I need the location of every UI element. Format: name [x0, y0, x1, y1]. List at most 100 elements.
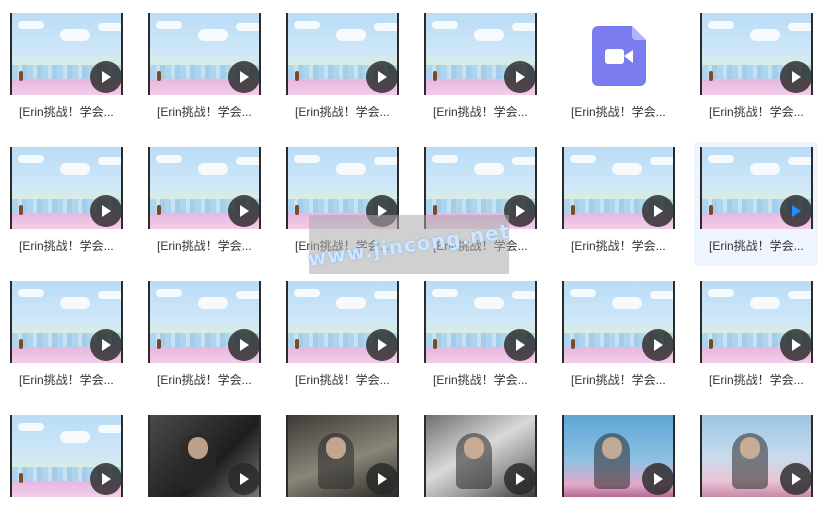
play-icon[interactable]	[90, 329, 121, 361]
file-item[interactable]	[414, 402, 538, 526]
play-icon[interactable]	[90, 463, 121, 495]
file-name: [Erin挑战！学会...	[295, 373, 390, 387]
runner-figure	[157, 71, 161, 81]
play-icon[interactable]	[90, 195, 121, 227]
runner-figure	[19, 473, 23, 483]
video-thumbnail	[286, 13, 399, 95]
file-item[interactable]: [Erin挑战！学会...	[552, 268, 676, 392]
video-thumbnail	[148, 281, 261, 363]
file-name: [Erin挑战！学会...	[295, 105, 390, 119]
file-name: [Erin挑战！学会...	[571, 105, 666, 119]
file-name: [Erin挑战！学会...	[19, 239, 114, 253]
watermark: www.jincong.net	[306, 215, 512, 274]
runner-figure	[19, 339, 23, 349]
play-icon[interactable]	[780, 463, 811, 495]
video-thumbnail	[10, 281, 123, 363]
video-thumbnail	[562, 147, 675, 229]
video-thumbnail	[700, 147, 813, 229]
file-item[interactable]: [Erin挑战！学会...	[138, 0, 262, 124]
file-item[interactable]	[138, 402, 262, 526]
file-item[interactable]	[0, 402, 124, 526]
play-icon[interactable]	[366, 463, 397, 495]
play-icon[interactable]	[780, 195, 811, 227]
file-name: [Erin挑战！学会...	[709, 239, 804, 253]
runner-figure	[433, 71, 437, 81]
file-item[interactable]: [Erin挑战！学会...	[690, 268, 814, 392]
file-name: [Erin挑战！学会...	[157, 239, 252, 253]
play-icon[interactable]	[504, 329, 535, 361]
file-name: [Erin挑战！学会...	[571, 239, 666, 253]
play-icon[interactable]	[504, 61, 535, 93]
play-icon[interactable]	[642, 195, 673, 227]
video-file-icon	[592, 26, 646, 86]
runner-figure	[157, 339, 161, 349]
file-item[interactable]: [Erin挑战！学会...	[552, 0, 676, 124]
file-item[interactable]: [Erin挑战！学会...	[694, 142, 818, 266]
video-thumbnail	[286, 281, 399, 363]
video-thumbnail	[424, 281, 537, 363]
file-name: [Erin挑战！学会...	[709, 373, 804, 387]
play-icon[interactable]	[228, 195, 259, 227]
video-thumbnail	[562, 415, 675, 497]
file-item[interactable]: [Erin挑战！学会...	[414, 268, 538, 392]
file-name: [Erin挑战！学会...	[19, 373, 114, 387]
runner-figure	[433, 205, 437, 215]
file-name: [Erin挑战！学会...	[571, 373, 666, 387]
file-item[interactable]	[276, 402, 400, 526]
file-name: [Erin挑战！学会...	[433, 373, 528, 387]
person-face	[740, 437, 760, 459]
file-item[interactable]: [Erin挑战！学会...	[138, 268, 262, 392]
runner-figure	[295, 71, 299, 81]
file-item[interactable]: [Erin挑战！学会...	[552, 134, 676, 258]
play-icon[interactable]	[780, 329, 811, 361]
play-icon[interactable]	[642, 463, 673, 495]
video-thumbnail	[10, 13, 123, 95]
runner-figure	[571, 205, 575, 215]
video-thumbnail	[562, 281, 675, 363]
play-icon[interactable]	[228, 463, 259, 495]
runner-figure	[433, 339, 437, 349]
file-item[interactable]	[690, 402, 814, 526]
runner-figure	[295, 205, 299, 215]
file-item[interactable]: [Erin挑战！学会...	[0, 268, 124, 392]
file-name: [Erin挑战！学会...	[157, 105, 252, 119]
video-thumbnail	[424, 415, 537, 497]
runner-figure	[19, 205, 23, 215]
file-name: [Erin挑战！学会...	[709, 105, 804, 119]
video-thumbnail	[700, 415, 813, 497]
play-icon[interactable]	[366, 61, 397, 93]
person-face	[188, 437, 208, 459]
file-item[interactable]: [Erin挑战！学会...	[0, 134, 124, 258]
runner-figure	[19, 71, 23, 81]
runner-figure	[709, 71, 713, 81]
file-name: [Erin挑战！学会...	[19, 105, 114, 119]
file-item[interactable]: [Erin挑战！学会...	[414, 0, 538, 124]
play-icon[interactable]	[366, 329, 397, 361]
file-item[interactable]: [Erin挑战！学会...	[138, 134, 262, 258]
person-face	[326, 437, 346, 459]
runner-figure	[709, 205, 713, 215]
play-icon[interactable]	[228, 61, 259, 93]
file-item[interactable]: [Erin挑战！学会...	[276, 0, 400, 124]
file-item[interactable]: [Erin挑战！学会...	[690, 0, 814, 124]
video-thumbnail	[10, 147, 123, 229]
person-face	[464, 437, 484, 459]
video-thumbnail	[148, 13, 261, 95]
video-thumbnail	[148, 147, 261, 229]
play-icon[interactable]	[780, 61, 811, 93]
watermark-text: www.jincong.net	[306, 218, 512, 271]
play-icon[interactable]	[642, 329, 673, 361]
file-name: [Erin挑战！学会...	[157, 373, 252, 387]
play-icon[interactable]	[228, 329, 259, 361]
runner-figure	[157, 205, 161, 215]
video-thumbnail	[424, 13, 537, 95]
play-icon[interactable]	[504, 463, 535, 495]
video-thumbnail	[286, 415, 399, 497]
play-icon[interactable]	[90, 61, 121, 93]
file-item[interactable]: [Erin挑战！学会...	[0, 0, 124, 124]
file-item[interactable]: [Erin挑战！学会...	[276, 268, 400, 392]
video-thumbnail	[700, 13, 813, 95]
video-thumbnail	[10, 415, 123, 497]
video-thumbnail	[700, 281, 813, 363]
file-item[interactable]	[552, 402, 676, 526]
